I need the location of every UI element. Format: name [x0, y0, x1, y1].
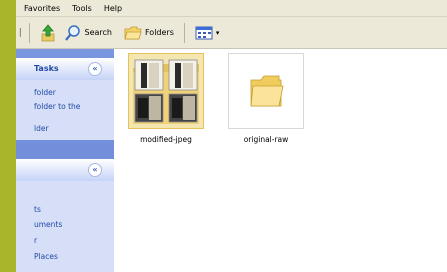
search-icon: [64, 24, 80, 41]
up-folder-icon: [41, 23, 54, 41]
toolbar: ∣ Search Folders ▾: [16, 17, 447, 49]
toolbar-separator: [183, 22, 185, 43]
place-link-network-places[interactable]: Places: [34, 252, 58, 261]
collapse-up-icon[interactable]: «: [88, 163, 102, 177]
menu-tools[interactable]: Tools: [66, 4, 98, 13]
task-pane: Tasks « folder folder to the lder « ts u…: [16, 49, 114, 272]
folder-item-original-raw[interactable]: [228, 53, 304, 129]
left-edge-strip: [0, 0, 16, 272]
places-panel-body: ts uments r Places: [16, 181, 114, 272]
views-icon: [195, 26, 213, 39]
folders-button[interactable]: Folders: [120, 23, 178, 43]
place-link-documents[interactable]: ts: [34, 205, 41, 214]
place-link-computer[interactable]: r: [34, 236, 37, 245]
folders-label: Folders: [144, 28, 174, 37]
toolbar-separator: [28, 22, 30, 43]
place-link-shared-documents[interactable]: uments: [34, 220, 62, 229]
folder-with-thumbnails-icon: [133, 59, 199, 124]
task-link-folder[interactable]: folder: [34, 88, 56, 97]
chevron-down-icon: ▾: [215, 28, 220, 37]
up-button[interactable]: [36, 22, 60, 44]
folder-icon: [250, 75, 284, 107]
back-button-fragment[interactable]: ∣: [18, 28, 23, 38]
folder-label-modified-jpeg[interactable]: modified-jpeg: [116, 135, 216, 144]
views-button[interactable]: ▾: [191, 24, 224, 42]
tasks-panel-body: folder folder to the lder: [16, 80, 114, 140]
folders-icon: [124, 26, 142, 39]
menu-help[interactable]: Help: [98, 4, 128, 13]
folder-content-area: modified-jpeg original-raw: [114, 49, 447, 272]
places-panel-header[interactable]: «: [16, 159, 114, 181]
collapse-up-icon[interactable]: «: [88, 62, 102, 76]
menu-bar: Favorites Tools Help: [16, 0, 447, 17]
task-link-folder-to-web[interactable]: folder to the: [34, 102, 80, 111]
menu-favorites[interactable]: Favorites: [18, 4, 66, 13]
task-link-share-folder[interactable]: lder: [34, 124, 49, 133]
tasks-panel-header[interactable]: Tasks «: [16, 58, 114, 80]
tasks-panel-title: Tasks: [34, 64, 59, 73]
folder-item-modified-jpeg[interactable]: [128, 53, 204, 129]
search-label: Search: [84, 28, 112, 37]
search-button[interactable]: Search: [60, 22, 116, 44]
folder-label-original-raw[interactable]: original-raw: [216, 135, 316, 144]
